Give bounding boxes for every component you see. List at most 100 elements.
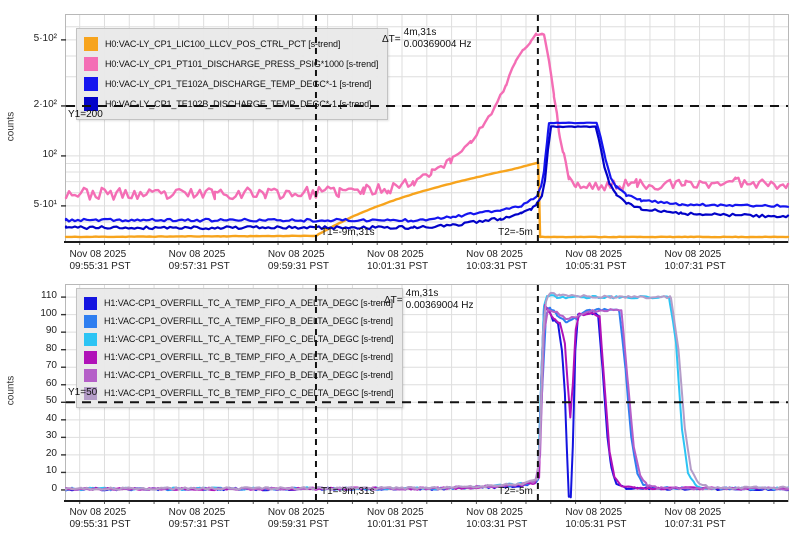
x-axis-time: 10:03:31 PST [466, 519, 542, 531]
delta-t-annotation: ΔT=4m,31s0.00369004 Hz [382, 27, 471, 51]
x-axis-time: 10:01:31 PST [367, 261, 443, 273]
legend-label: H1:VAC-CP1_OVERFILL_TC_A_TEMP_FIFO_A_DEL… [104, 298, 393, 308]
legend-color-swatch [84, 77, 98, 91]
x-axis-time: 09:59:31 PST [268, 261, 344, 273]
y-axis-tick-label: 10² [0, 149, 57, 160]
x-axis-date: Nov 08 2025 [665, 507, 741, 519]
x-axis-label: Nov 08 202510:03:31 PST [466, 249, 542, 273]
y-axis-tick-label: 90 [0, 325, 57, 336]
x-axis-time: 09:57:31 PST [169, 261, 245, 273]
legend-label: H0:VAC-LY_CP1_TE102B_DISCHARGE_TEMP_DEGC… [105, 99, 371, 109]
y-axis-tick-label: 40 [0, 413, 57, 424]
x-axis-time: 09:59:31 PST [268, 519, 344, 531]
x-axis-time: 10:07:31 PST [665, 519, 741, 531]
legend-item[interactable]: H1:VAC-CP1_OVERFILL_TC_B_TEMP_FIFO_A_DEL… [84, 348, 393, 366]
x-axis-time: 10:05:31 PST [565, 261, 641, 273]
x-axis-date: Nov 08 2025 [466, 249, 542, 261]
legend-item[interactable]: H1:VAC-CP1_OVERFILL_TC_A_TEMP_FIFO_A_DEL… [84, 294, 393, 312]
y-axis-title: counts [6, 103, 17, 149]
legend-box: H1:VAC-CP1_OVERFILL_TC_A_TEMP_FIFO_A_DEL… [76, 288, 403, 408]
legend-label: H0:VAC-LY_CP1_PT101_DISCHARGE_PRESS_PSIG… [105, 59, 378, 69]
legend-item[interactable]: H1:VAC-CP1_OVERFILL_TC_A_TEMP_FIFO_B_DEL… [84, 312, 393, 330]
x-axis-date: Nov 08 2025 [367, 507, 443, 519]
x-axis-date: Nov 08 2025 [268, 507, 344, 519]
legend-color-swatch [84, 315, 97, 328]
x-axis-date: Nov 08 2025 [466, 507, 542, 519]
legend-item[interactable]: H0:VAC-LY_CP1_LIC100_LLCV_POS_CTRL_PCT [… [84, 34, 378, 54]
x-axis-time: 10:01:31 PST [367, 519, 443, 531]
delta-t-duration: 4m,31s [406, 288, 474, 300]
cursor-label-1: T1=-9m,31s [321, 227, 375, 238]
legend-color-swatch [84, 57, 98, 71]
legend-label: H1:VAC-CP1_OVERFILL_TC_A_TEMP_FIFO_B_DEL… [104, 316, 393, 326]
x-axis-date: Nov 08 2025 [169, 249, 245, 261]
y-axis-tick-label: 80 [0, 343, 57, 354]
legend-color-swatch [84, 333, 97, 346]
x-axis-date: Nov 08 2025 [565, 249, 641, 261]
x-axis-date: Nov 08 2025 [665, 249, 741, 261]
y-axis-tick-label: 5·10¹ [0, 199, 57, 210]
cursor-label-2: T2=-5m [498, 227, 533, 238]
x-axis-date: Nov 08 2025 [367, 249, 443, 261]
x-axis-time: 09:55:31 PST [69, 261, 145, 273]
x-axis-label: Nov 08 202509:57:31 PST [169, 249, 245, 273]
x-axis-date: Nov 08 2025 [565, 507, 641, 519]
legend-label: H1:VAC-CP1_OVERFILL_TC_B_TEMP_FIFO_C_DEL… [104, 388, 393, 398]
y-axis-tick-label: 100 [0, 308, 57, 319]
legend-box: H0:VAC-LY_CP1_LIC100_LLCV_POS_CTRL_PCT [… [76, 28, 388, 120]
legend-item[interactable]: H1:VAC-CP1_OVERFILL_TC_B_TEMP_FIFO_B_DEL… [84, 366, 393, 384]
ref-line-label: Y1=200 [68, 109, 103, 120]
top-trend-chart[interactable]: H0:VAC-LY_CP1_LIC100_LLCV_POS_CTRL_PCT [… [65, 14, 789, 243]
legend-color-swatch [84, 37, 98, 51]
cursor-label-2: T2=-5m [498, 486, 533, 497]
x-axis-label: Nov 08 202510:05:31 PST [565, 507, 641, 531]
legend-item[interactable]: H1:VAC-CP1_OVERFILL_TC_A_TEMP_FIFO_C_DEL… [84, 330, 393, 348]
trend-viewer: H0:VAC-LY_CP1_LIC100_LLCV_POS_CTRL_PCT [… [0, 0, 804, 551]
legend-item[interactable]: H0:VAC-LY_CP1_TE102B_DISCHARGE_TEMP_DEGC… [84, 94, 378, 114]
y-axis-tick-label: 30 [0, 430, 57, 441]
y-axis-tick-label: 0 [0, 483, 57, 494]
x-axis-label: Nov 08 202510:05:31 PST [565, 249, 641, 273]
legend-label: H1:VAC-CP1_OVERFILL_TC_B_TEMP_FIFO_B_DEL… [104, 370, 393, 380]
legend-color-swatch [84, 369, 97, 382]
x-axis-label: Nov 08 202510:01:31 PST [367, 507, 443, 531]
delta-t-values: 4m,31s0.00369004 Hz [406, 288, 474, 312]
y-axis-tick-label: 110 [0, 290, 57, 301]
x-axis-line [64, 500, 788, 502]
y-axis-tick-label: 20 [0, 448, 57, 459]
x-axis-label: Nov 08 202509:55:31 PST [69, 507, 145, 531]
delta-t-values: 4m,31s0.00369004 Hz [404, 27, 472, 51]
y-axis-tick-label: 5·10² [0, 33, 57, 44]
y-axis-tick-label: 10 [0, 465, 57, 476]
delta-t-annotation: ΔT=4m,31s0.00369004 Hz [384, 288, 473, 312]
x-axis-date: Nov 08 2025 [69, 249, 145, 261]
legend-label: H1:VAC-CP1_OVERFILL_TC_A_TEMP_FIFO_C_DEL… [104, 334, 393, 344]
ref-line-label: Y1=50 [68, 387, 97, 398]
x-axis-line [64, 241, 788, 243]
delta-t-frequency: 0.00369004 Hz [406, 300, 474, 312]
legend-item[interactable]: H0:VAC-LY_CP1_PT101_DISCHARGE_PRESS_PSIG… [84, 54, 378, 74]
legend-color-swatch [84, 297, 97, 310]
legend-label: H1:VAC-CP1_OVERFILL_TC_B_TEMP_FIFO_A_DEL… [104, 352, 393, 362]
x-axis-label: Nov 08 202509:57:31 PST [169, 507, 245, 531]
legend-item[interactable]: H1:VAC-CP1_OVERFILL_TC_B_TEMP_FIFO_C_DEL… [84, 384, 393, 402]
x-axis-date: Nov 08 2025 [169, 507, 245, 519]
x-axis-label: Nov 08 202510:03:31 PST [466, 507, 542, 531]
x-axis-label: Nov 08 202510:01:31 PST [367, 249, 443, 273]
y-axis-title: counts [6, 368, 17, 414]
legend-item[interactable]: H0:VAC-LY_CP1_TE102A_DISCHARGE_TEMP_DEGC… [84, 74, 378, 94]
x-axis-time: 10:07:31 PST [665, 261, 741, 273]
x-axis-time: 10:03:31 PST [466, 261, 542, 273]
bottom-trend-chart[interactable]: H1:VAC-CP1_OVERFILL_TC_A_TEMP_FIFO_A_DEL… [65, 284, 789, 502]
x-axis-label: Nov 08 202510:07:31 PST [665, 507, 741, 531]
legend-label: H0:VAC-LY_CP1_TE102A_DISCHARGE_TEMP_DEGC… [105, 79, 371, 89]
x-axis-date: Nov 08 2025 [268, 249, 344, 261]
x-axis-label: Nov 08 202509:59:31 PST [268, 507, 344, 531]
cursor-label-1: T1=-9m,31s [321, 486, 375, 497]
delta-t-frequency: 0.00369004 Hz [404, 39, 472, 51]
x-axis-time: 10:05:31 PST [565, 519, 641, 531]
x-axis-label: Nov 08 202510:07:31 PST [665, 249, 741, 273]
x-axis-date: Nov 08 2025 [69, 507, 145, 519]
x-axis-label: Nov 08 202509:55:31 PST [69, 249, 145, 273]
legend-color-swatch [84, 351, 97, 364]
